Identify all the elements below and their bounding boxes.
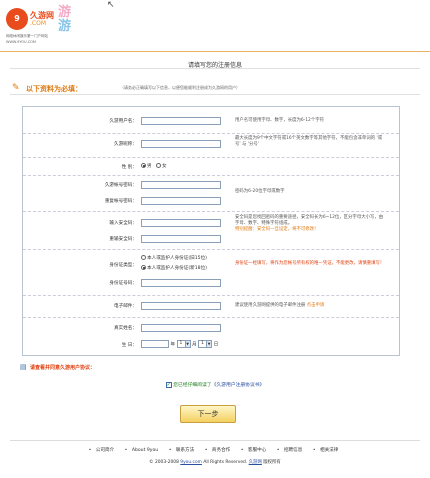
agreement-link[interactable]: 《久游用户注册协议书》 [212, 383, 265, 388]
birthday-label: 生 日： [121, 343, 137, 348]
name-birthday-row: 真实姓名： 生 日： 年 1 ▼ 月 1 ▼ 日 [23, 317, 399, 353]
username-row: 久游用户名： 用户名可使用字母、数字，长度为6-12个字符 [23, 115, 399, 131]
password-row: 久游帐号密码： 重复帐号密码： 密码为6-20位字母或数字 [23, 175, 399, 209]
security-code-label: 输入安全码： [109, 221, 137, 226]
email-input[interactable] [141, 302, 221, 310]
id-type-new-radio[interactable] [141, 265, 146, 270]
password-confirm-label: 重复帐号密码： [104, 199, 137, 204]
gender-label: 性 别： [121, 165, 137, 170]
nickname-row: 久游昵称： 最大长度为9个中文字符或16个英文数字等其他字符，不能包含非单词的 … [23, 133, 399, 155]
next-step-button[interactable]: 下一步 [180, 405, 236, 423]
gender-male-radio[interactable] [141, 163, 146, 168]
site-logo[interactable]: 9 久游网 .COM 网络休闲娱乐第一门户网站 WWW.9YOU.COM [6, 4, 56, 44]
agreement-line: ✓ 您已经仔细阅读了《久游用户注册协议书》 [0, 381, 430, 388]
pencil-icon: ✎ [12, 83, 20, 93]
gender-options: 男 女 [141, 163, 167, 169]
birthday-selects: 年 1 ▼ 月 1 ▼ 日 [141, 340, 218, 348]
username-hint: 用户名可使用字母、数字，长度为6-12个字符 [235, 118, 324, 123]
password-input[interactable] [141, 181, 221, 189]
footer-link-about-en[interactable]: • About 9you [125, 448, 162, 453]
birth-year-input[interactable] [141, 340, 169, 348]
username-label: 久游用户名： [109, 119, 137, 124]
copyright-brand-link[interactable]: 久游网 [249, 460, 262, 465]
security-code-hint: 安全码是您找回密码的重要途径，安全码长为6~12位，区分字母大小写，由字母、数字… [235, 215, 384, 232]
copyright-site-link[interactable]: 9you.com [180, 460, 202, 465]
chevron-down-icon: ▼ [206, 341, 212, 347]
password-hint: 密码为6-20位字母或数字 [235, 189, 285, 194]
real-name-label: 真实姓名： [114, 326, 137, 331]
agreement-heading: 请查看并同意久游用户协议： [30, 365, 96, 371]
divider [10, 440, 420, 441]
id-type-option-new: 本人或监护人身份证(新18位) [141, 265, 207, 271]
id-number-label: 身份证号码： [109, 281, 137, 286]
password-label: 久游帐号密码： [104, 183, 137, 188]
password-confirm-input[interactable] [141, 197, 221, 205]
required-section-header: ✎ 以下资料为必填： （请务必正确填写以下信息，以便您能顺利注册成为久游网的用户… [10, 82, 420, 94]
id-hint: 身份证一经填写，将作为您帐号所有权的唯一凭证，不能更改，请慎重填写！ [235, 261, 385, 266]
nickname-input[interactable] [141, 140, 221, 148]
security-code-confirm-label: 重输安全码： [109, 237, 137, 242]
username-input[interactable] [141, 117, 221, 125]
id-type-old-radio[interactable] [141, 255, 146, 260]
divider [10, 94, 420, 95]
logo-tagline: 网络休闲娱乐第一门户网站 [6, 34, 48, 38]
footer-link-business[interactable]: • 商务合作 [205, 448, 234, 453]
gender-row: 性 别： 男 女 [23, 157, 399, 173]
footer-link-service[interactable]: • 客服中心 [241, 448, 270, 453]
email-row: 电子邮件： 建议使用久游网提供的电子邮件注册 点击申请 [23, 295, 399, 315]
id-type-label: 身份证类型： [109, 263, 137, 268]
id-row: 身份证类型： 本人或监护人身份证(旧15位) 本人或监护人身份证(新18位) 身… [23, 249, 399, 293]
id-number-input[interactable] [141, 279, 221, 287]
footer-link-about[interactable]: • 公司简介 [89, 448, 118, 453]
footer-links: • 公司简介 • About 9you • 联系方法 • 商务合作 • 客服中心… [0, 447, 430, 453]
registration-form: 久游用户名： 用户名可使用字母、数字，长度为6-12个字符 久游昵称： 最大长度… [22, 106, 400, 356]
security-code-input[interactable] [141, 219, 221, 227]
nickname-label: 久游昵称： [114, 142, 137, 147]
divider [10, 68, 420, 69]
site-header: 9 久游网 .COM 网络休闲娱乐第一门户网站 WWW.9YOU.COM 游 游… [0, 0, 430, 52]
logo-url: WWW.9YOU.COM [6, 40, 36, 44]
security-code-warning: 特别提醒：安全码一旦设定，将不可修改！ [235, 227, 319, 232]
email-hint: 建议使用久游网提供的电子邮件注册 点击申请 [235, 303, 325, 308]
security-code-confirm-input[interactable] [141, 235, 221, 243]
section-title: 以下资料为必填： [26, 85, 82, 93]
document-icon: ▤ [20, 363, 27, 371]
logo-decoration: 游 游 [58, 5, 73, 34]
real-name-input[interactable] [141, 324, 221, 332]
email-apply-link[interactable]: 点击申请 [307, 303, 325, 308]
nickname-hint: 最大长度为9个中文字符或16个英文数字等其他字符，不能包含非单词的 '或号' 与… [235, 136, 383, 147]
agreement-text: 您已经仔细阅读了 [173, 383, 212, 388]
copyright: © 2003-2008 9you.com All Rights Reserved… [149, 460, 281, 465]
birth-day-select[interactable]: 1 ▼ [198, 340, 213, 348]
footer-link-jobs[interactable]: • 招聘信息 [277, 448, 306, 453]
chevron-down-icon: ▼ [184, 341, 190, 347]
footer-link-legal[interactable]: • 相关法律 [313, 448, 342, 453]
email-label: 电子邮件： [114, 304, 137, 309]
gender-female-radio[interactable] [156, 163, 161, 168]
id-type-option-old: 本人或监护人身份证(旧15位) [141, 255, 207, 261]
logo-com: .COM [30, 20, 46, 27]
footer-link-contact[interactable]: • 联系方法 [169, 448, 198, 453]
security-code-row: 输入安全码： 重输安全码： 安全码是您找回密码的重要途径，安全码长为6~12位，… [23, 211, 399, 247]
logo-mark: 9 [6, 8, 28, 30]
agreement-checkbox[interactable]: ✓ [165, 381, 172, 388]
section-note: （请务必正确填写以下信息，以便您能顺利注册成为久游网的用户） [120, 85, 240, 90]
birth-month-select[interactable]: 1 ▼ [176, 340, 191, 348]
mouse-cursor-icon: ↖ [107, 0, 115, 10]
